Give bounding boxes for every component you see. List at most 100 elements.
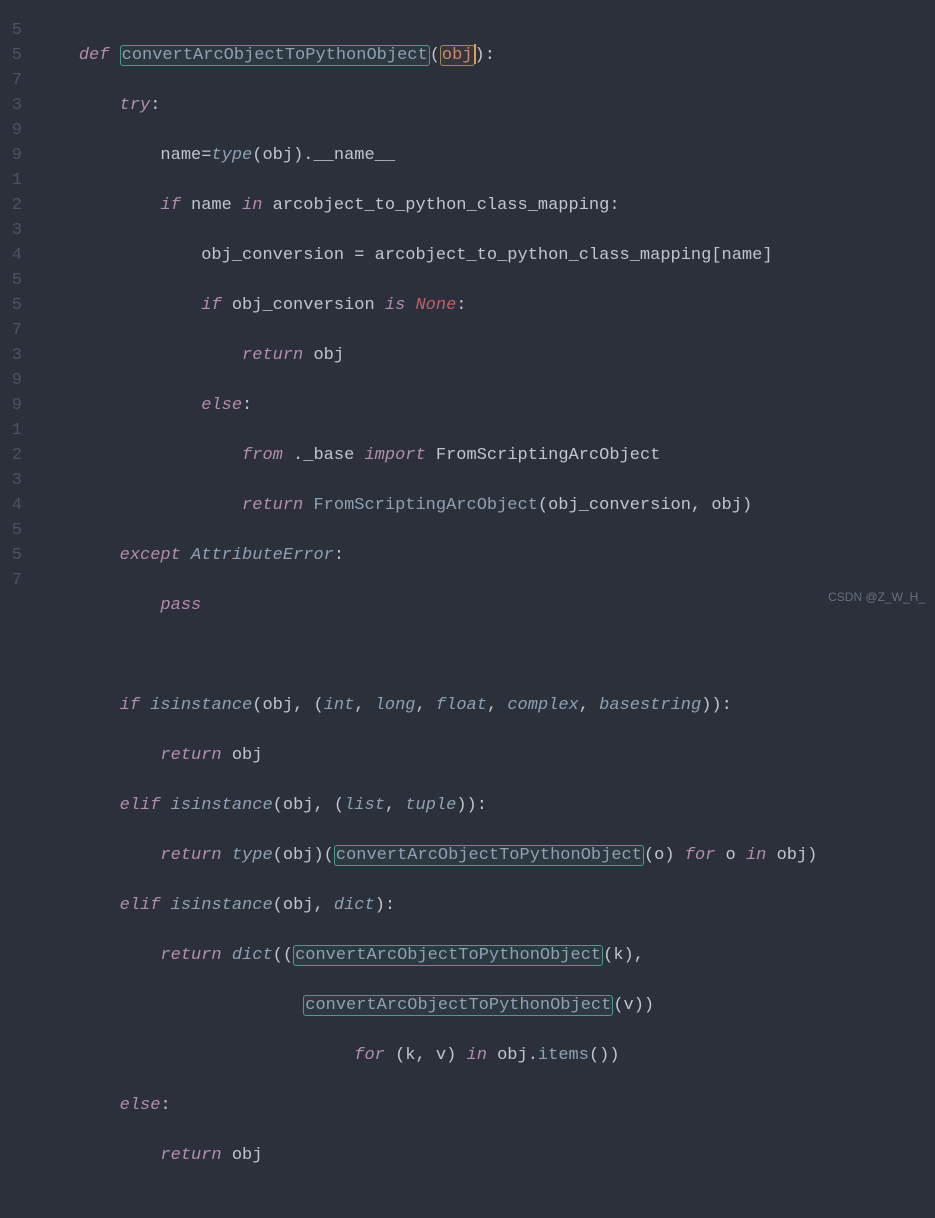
paren-close: ) xyxy=(375,896,385,915)
keyword-return: return xyxy=(160,946,221,965)
paren-open: ( xyxy=(252,146,262,165)
attribute: .__name__ xyxy=(303,146,395,165)
keyword-for: for xyxy=(685,846,716,865)
builtin-long: long xyxy=(375,696,416,715)
call-args: (obj)( xyxy=(273,846,334,865)
code-line[interactable]: name=type(obj).__name__ xyxy=(38,143,817,168)
parameter: obj xyxy=(442,46,473,65)
keyword-pass: pass xyxy=(160,596,201,615)
code-editor[interactable]: 55739912345573991234557 def convertArcOb… xyxy=(0,0,935,616)
line-number: 9 xyxy=(0,368,22,393)
line-number: 5 xyxy=(0,268,22,293)
builtin-basestring: basestring xyxy=(599,696,701,715)
identifier: o xyxy=(715,846,746,865)
identifier: obj xyxy=(487,1046,528,1065)
builtin-dict: dict xyxy=(232,946,273,965)
code-line[interactable]: else: xyxy=(38,393,817,418)
code-line[interactable]: def convertArcObjectToPythonObject(obj): xyxy=(38,43,817,68)
function-call: convertArcObjectToPythonObject xyxy=(305,996,611,1015)
line-number: 5 xyxy=(0,293,22,318)
line-number-gutter: 55739912345573991234557 xyxy=(0,0,28,616)
code-line[interactable]: elif isinstance(obj, (list, tuple)): xyxy=(38,793,817,818)
code-area[interactable]: def convertArcObjectToPythonObject(obj):… xyxy=(28,0,817,616)
colon: : xyxy=(722,696,732,715)
keyword-return: return xyxy=(242,346,303,365)
identifier: obj_conversion xyxy=(201,246,354,265)
keyword-in: in xyxy=(467,1046,487,1065)
line-number: 9 xyxy=(0,118,22,143)
code-line[interactable] xyxy=(38,643,817,668)
code-line[interactable]: obj_conversion = arcobject_to_python_cla… xyxy=(38,243,817,268)
code-line[interactable]: return FromScriptingArcObject(obj_conver… xyxy=(38,493,817,518)
paren-open: (obj, xyxy=(273,896,334,915)
keyword-try: try xyxy=(120,96,151,115)
keyword-in: in xyxy=(242,196,262,215)
line-number: 7 xyxy=(0,68,22,93)
code-line[interactable]: pass xyxy=(38,593,817,618)
keyword-if: if xyxy=(160,196,180,215)
identifier: obj xyxy=(222,746,263,765)
space xyxy=(160,896,170,915)
identifier: FromScriptingArcObject xyxy=(426,446,661,465)
builtin-int: int xyxy=(324,696,355,715)
symbol-highlight: convertArcObjectToPythonObject xyxy=(303,995,613,1016)
keyword-if: if xyxy=(201,296,221,315)
comma: , xyxy=(385,796,405,815)
paren-close: ()) xyxy=(589,1046,620,1065)
keyword-is: is xyxy=(385,296,405,315)
identifier: obj xyxy=(262,146,293,165)
colon: : xyxy=(242,396,252,415)
watermark-text: CSDN @Z_W_H_ xyxy=(828,585,925,610)
line-number: 5 xyxy=(0,18,22,43)
builtin-type: type xyxy=(232,846,273,865)
equals: = xyxy=(201,146,211,165)
keyword-except: except xyxy=(120,546,181,565)
space xyxy=(222,946,232,965)
code-line[interactable]: return dict((convertArcObjectToPythonObj… xyxy=(38,943,817,968)
code-line[interactable]: else: xyxy=(38,1093,817,1118)
keyword-elif: elif xyxy=(120,896,161,915)
colon: : xyxy=(334,546,344,565)
call-args: (k), xyxy=(603,946,644,965)
paren-close: )) xyxy=(701,696,721,715)
code-line[interactable]: from ._base import FromScriptingArcObjec… xyxy=(38,443,817,468)
exception-name: AttributeError xyxy=(191,546,334,565)
code-line[interactable]: for (k, v) in obj.items()) xyxy=(38,1043,817,1068)
code-line[interactable]: convertArcObjectToPythonObject(v)) xyxy=(38,993,817,1018)
function-call: convertArcObjectToPythonObject xyxy=(295,946,601,965)
code-line[interactable]: try: xyxy=(38,93,817,118)
code-line[interactable]: return obj xyxy=(38,1143,817,1168)
line-number: 2 xyxy=(0,443,22,468)
builtin-isinstance: isinstance xyxy=(171,796,273,815)
paren-open: (obj, ( xyxy=(252,696,323,715)
comma: , xyxy=(354,696,374,715)
colon: : xyxy=(485,46,495,65)
keyword-else: else xyxy=(120,1096,161,1115)
code-line[interactable]: except AttributeError: xyxy=(38,543,817,568)
line-number: 5 xyxy=(0,543,22,568)
module-path: ._base xyxy=(283,446,365,465)
code-line[interactable]: return type(obj)(convertArcObjectToPytho… xyxy=(38,843,817,868)
line-number: 4 xyxy=(0,243,22,268)
line-number: 4 xyxy=(0,493,22,518)
code-line[interactable]: return obj xyxy=(38,343,817,368)
code-line[interactable]: return obj xyxy=(38,743,817,768)
code-line[interactable]: if isinstance(obj, (int, long, float, co… xyxy=(38,693,817,718)
paren-open: ( xyxy=(430,46,440,65)
call-args: (v)) xyxy=(613,996,654,1015)
comma: , xyxy=(579,696,599,715)
builtin-complex: complex xyxy=(507,696,578,715)
builtin-list: list xyxy=(344,796,385,815)
code-line[interactable]: if obj_conversion is None: xyxy=(38,293,817,318)
code-line[interactable]: if name in arcobject_to_python_class_map… xyxy=(38,193,817,218)
symbol-highlight: convertArcObjectToPythonObject xyxy=(334,845,644,866)
code-line[interactable]: elif isinstance(obj, dict): xyxy=(38,893,817,918)
dot: . xyxy=(528,1046,538,1065)
colon: : xyxy=(456,296,466,315)
keyword-in: in xyxy=(746,846,766,865)
colon: : xyxy=(160,1096,170,1115)
line-number: 1 xyxy=(0,418,22,443)
param-highlight: obj xyxy=(440,45,475,66)
identifier: arcobject_to_python_class_mapping[name] xyxy=(364,246,772,265)
function-call: convertArcObjectToPythonObject xyxy=(336,846,642,865)
